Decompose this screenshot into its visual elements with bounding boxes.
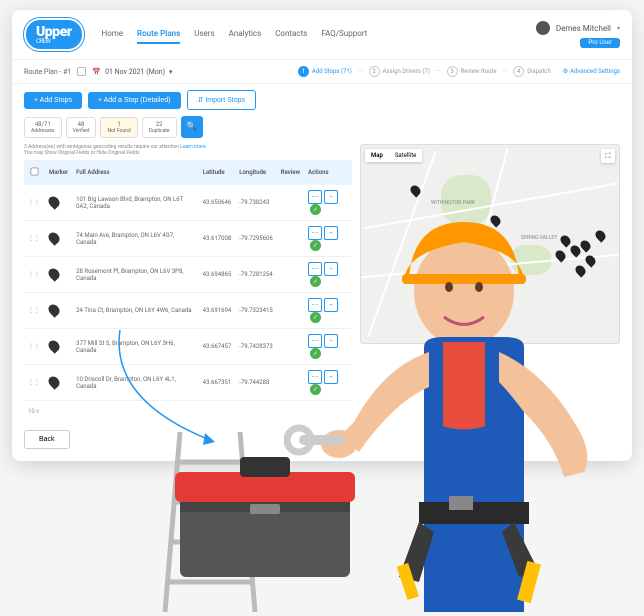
logo: UpperCREW xyxy=(24,18,84,51)
col-lng: Longitude xyxy=(235,160,277,185)
subheader: Route Plan - #1 📅 01 Nov 2021 (Mon) ▾ 1A… xyxy=(12,60,632,84)
nav-analytics[interactable]: Analytics xyxy=(229,25,262,44)
nav-users[interactable]: Users xyxy=(194,25,214,44)
step-3[interactable]: 3Review Route xyxy=(447,66,497,77)
stat-notfound: 1Not Found xyxy=(100,117,137,138)
advanced-settings[interactable]: ⚙ Advanced Settings xyxy=(563,68,620,75)
marker-icon xyxy=(46,230,62,246)
marker-icon xyxy=(46,338,62,354)
alert-text: 3 Address(es) with ambiguous geocoding r… xyxy=(24,144,352,156)
header: UpperCREW Home Route Plans Users Analyti… xyxy=(12,10,632,60)
marker-icon xyxy=(46,374,62,390)
map-type-toggle[interactable]: MapSatellite xyxy=(365,149,422,162)
col-lat: Latitude xyxy=(199,160,236,185)
add-stop-detailed-button[interactable]: + Add a Stop (Detailed) xyxy=(88,92,181,109)
learn-more-link[interactable]: Learn more xyxy=(180,144,205,150)
step-1[interactable]: 1Add Stops (71) xyxy=(298,66,352,77)
marker-icon xyxy=(46,302,62,318)
nav-faq[interactable]: FAQ/Support xyxy=(321,25,367,44)
col-marker: Marker xyxy=(45,160,72,185)
col-address: Full Address xyxy=(72,160,199,185)
nav-home[interactable]: Home xyxy=(102,25,124,44)
stat-duplicate: 22Duplicate xyxy=(142,117,177,138)
search-button[interactable]: 🔍 xyxy=(181,116,203,138)
nav-contacts[interactable]: Contacts xyxy=(275,25,307,44)
nav: Home Route Plans Users Analytics Contact… xyxy=(102,25,368,44)
import-stops-button[interactable]: ⇵ Import Stops xyxy=(187,90,257,110)
edit-icon[interactable] xyxy=(77,67,86,76)
pro-badge[interactable]: Pro User xyxy=(580,38,620,48)
stat-verified: 48Verified xyxy=(66,117,97,138)
col-actions: Actions xyxy=(304,160,352,185)
chevron-down-icon: ▾ xyxy=(617,25,620,32)
avatar-icon xyxy=(536,21,550,35)
user-menu[interactable]: Demes Mitchell ▾ Pro User xyxy=(536,21,620,48)
user-name: Demes Mitchell xyxy=(556,24,611,33)
step-2[interactable]: 2Assign Drivers (7) xyxy=(369,66,430,77)
worker-illustration xyxy=(284,192,644,612)
route-plan-label: Route Plan - #1 xyxy=(24,68,71,76)
step-4[interactable]: 4Dispatch xyxy=(513,66,551,77)
marker-icon xyxy=(46,266,62,282)
marker-icon xyxy=(46,194,62,210)
back-button[interactable]: Back xyxy=(24,430,70,449)
nav-route-plans[interactable]: Route Plans xyxy=(137,25,180,44)
col-checkbox[interactable] xyxy=(24,160,45,185)
add-stops-button[interactable]: + Add Stops xyxy=(24,92,82,109)
steps: 1Add Stops (71) — 2Assign Drivers (7) — … xyxy=(298,66,551,77)
fullscreen-icon[interactable]: ⛶ xyxy=(601,149,615,163)
date-picker[interactable]: 📅 01 Nov 2021 (Mon) ▾ xyxy=(92,68,172,76)
col-review: Review xyxy=(277,160,304,185)
stat-addresses: 48/71Addresses xyxy=(24,117,62,138)
